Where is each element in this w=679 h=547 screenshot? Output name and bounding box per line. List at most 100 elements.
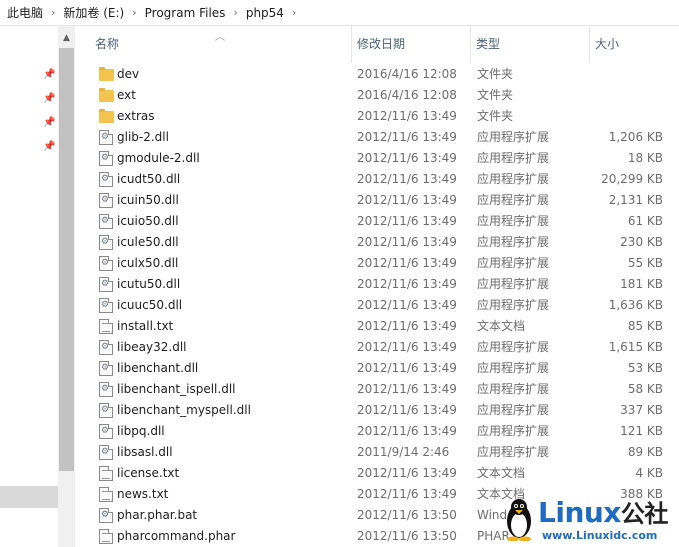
watermark-logo: Linux公社 bbox=[538, 498, 668, 529]
file-size: 4 KB bbox=[635, 466, 663, 480]
file-row[interactable]: libpq.dll 2012/11/6 13:49 应用程序扩展 121 KB bbox=[75, 421, 679, 442]
file-type: 应用程序扩展 bbox=[477, 172, 550, 186]
column-type-header[interactable]: 类型 bbox=[470, 26, 588, 63]
breadcrumb-program-files[interactable]: Program Files bbox=[142, 6, 229, 20]
nav-selected-item[interactable] bbox=[0, 486, 58, 508]
file-row[interactable]: gmodule-2.dll 2012/11/6 13:49 应用程序扩展 18 KB bbox=[75, 148, 679, 169]
dll-icon bbox=[99, 298, 113, 313]
file-size: 181 KB bbox=[620, 277, 663, 291]
file-date: 2011/9/14 2:46 bbox=[357, 445, 450, 459]
watermark: Linux公社 www.Linuxidc.com bbox=[500, 495, 679, 547]
file-row[interactable]: libsasl.dll 2011/9/14 2:46 应用程序扩展 89 KB bbox=[75, 442, 679, 463]
address-bar[interactable]: 此电脑 › 新加卷 (E:) › Program Files › php54 › bbox=[0, 0, 679, 26]
file-name: icule50.dll bbox=[117, 235, 179, 249]
file-type: 文件夹 bbox=[477, 109, 514, 123]
file-row[interactable]: iculx50.dll 2012/11/6 13:49 应用程序扩展 55 KB bbox=[75, 253, 679, 274]
file-row[interactable]: icuuc50.dll 2012/11/6 13:49 应用程序扩展 1,636 KB bbox=[75, 295, 679, 316]
breadcrumb-drive-e[interactable]: 新加卷 (E:) bbox=[60, 4, 127, 21]
file-row[interactable]: license.txt 2012/11/6 13:49 文本文档 4 KB bbox=[75, 463, 679, 484]
chevron-right-icon[interactable]: › bbox=[46, 6, 60, 19]
file-type: 应用程序扩展 bbox=[477, 361, 550, 375]
file-type: 应用程序扩展 bbox=[477, 277, 550, 291]
file-row[interactable]: icuio50.dll 2012/11/6 13:49 应用程序扩展 61 KB bbox=[75, 211, 679, 232]
file-type: 文本文档 bbox=[477, 319, 526, 333]
file-type: 应用程序扩展 bbox=[477, 340, 550, 354]
file-date: 2012/11/6 13:49 bbox=[357, 130, 457, 144]
file-date: 2012/11/6 13:49 bbox=[357, 487, 457, 501]
file-type: 应用程序扩展 bbox=[477, 214, 550, 228]
file-date: 2012/11/6 13:49 bbox=[357, 277, 457, 291]
file-size: 20,299 KB bbox=[601, 172, 663, 186]
vertical-scrollbar[interactable]: ▲ bbox=[58, 26, 75, 547]
file-date: 2012/11/6 13:49 bbox=[357, 382, 457, 396]
file-name: install.txt bbox=[117, 319, 174, 333]
file-name: phar.phar.bat bbox=[117, 508, 198, 522]
dll-icon bbox=[99, 361, 113, 376]
pin-icon: 📌 bbox=[43, 69, 56, 80]
column-size-header[interactable]: 大小 bbox=[589, 26, 679, 63]
file-type: 应用程序扩展 bbox=[477, 235, 550, 249]
file-name: libpq.dll bbox=[117, 424, 165, 438]
file-row[interactable]: dev 2016/4/16 12:08 文件夹 bbox=[75, 64, 679, 85]
dll-icon bbox=[99, 382, 113, 397]
dll-icon bbox=[99, 130, 113, 145]
file-name: pharcommand.phar bbox=[117, 529, 236, 543]
file-type: 应用程序扩展 bbox=[477, 256, 550, 270]
file-date: 2012/11/6 13:49 bbox=[357, 235, 457, 249]
scroll-up-icon[interactable]: ▲ bbox=[58, 30, 75, 47]
file-list[interactable]: ︿ 名称 修改日期 类型 大小 dev 2016/4/16 12:08 文件夹 ext… bbox=[75, 26, 679, 547]
file-name: glib-2.dll bbox=[117, 130, 169, 144]
navigation-pane[interactable]: 📌 📌 📌 📌 bbox=[0, 26, 58, 547]
chevron-right-icon[interactable]: › bbox=[127, 6, 141, 19]
dll-icon bbox=[99, 445, 113, 460]
folder-icon bbox=[99, 67, 114, 81]
file-row[interactable]: libenchant_myspell.dll 2012/11/6 13:49 应用程… bbox=[75, 400, 679, 421]
column-name-header[interactable]: 名称 bbox=[89, 26, 349, 63]
dll-icon bbox=[99, 277, 113, 292]
scrollbar-thumb[interactable] bbox=[59, 48, 74, 471]
file-size: 2,131 KB bbox=[608, 193, 663, 207]
file-row[interactable]: libenchant.dll 2012/11/6 13:49 应用程序扩展 53 KB bbox=[75, 358, 679, 379]
file-row[interactable]: icule50.dll 2012/11/6 13:49 应用程序扩展 230 KB bbox=[75, 232, 679, 253]
dll-icon bbox=[99, 403, 113, 418]
file-type: 文件夹 bbox=[477, 88, 514, 102]
breadcrumb-php54[interactable]: php54 bbox=[243, 6, 287, 20]
file-row[interactable]: libenchant_ispell.dll 2012/11/6 13:49 应用程序… bbox=[75, 379, 679, 400]
file-row[interactable]: libeay32.dll 2012/11/6 13:49 应用程序扩展 1,615 K… bbox=[75, 337, 679, 358]
file-name: license.txt bbox=[117, 466, 180, 480]
file-type: 应用程序扩展 bbox=[477, 382, 550, 396]
chevron-right-icon[interactable]: › bbox=[228, 6, 242, 19]
file-name: iculx50.dll bbox=[117, 256, 179, 270]
file-size: 1,615 KB bbox=[608, 340, 663, 354]
file-row[interactable]: icudt50.dll 2012/11/6 13:49 应用程序扩展 20,299 K… bbox=[75, 169, 679, 190]
file-size: 121 KB bbox=[620, 424, 663, 438]
file-date: 2012/11/6 13:49 bbox=[357, 256, 457, 270]
file-row[interactable]: icutu50.dll 2012/11/6 13:49 应用程序扩展 181 KB bbox=[75, 274, 679, 295]
chevron-right-icon[interactable]: › bbox=[287, 6, 301, 19]
file-row[interactable]: extras 2012/11/6 13:49 文件夹 bbox=[75, 106, 679, 127]
file-row[interactable]: glib-2.dll 2012/11/6 13:49 应用程序扩展 1,206 KB bbox=[75, 127, 679, 148]
breadcrumb-this-pc[interactable]: 此电脑 bbox=[4, 4, 46, 21]
column-date-header[interactable]: 修改日期 bbox=[351, 26, 469, 63]
penguin-logo-icon bbox=[507, 499, 531, 541]
file-date: 2016/4/16 12:08 bbox=[357, 88, 457, 102]
dll-icon bbox=[99, 151, 113, 166]
file-size: 53 KB bbox=[627, 361, 663, 375]
file-row[interactable]: ext 2016/4/16 12:08 文件夹 bbox=[75, 85, 679, 106]
watermark-logo-text: Linux bbox=[538, 496, 621, 529]
file-date: 2012/11/6 13:49 bbox=[357, 214, 457, 228]
file-size: 55 KB bbox=[627, 256, 663, 270]
file-date: 2012/11/6 13:49 bbox=[357, 340, 457, 354]
file-row[interactable]: install.txt 2012/11/6 13:49 文本文档 85 KB bbox=[75, 316, 679, 337]
txt-icon bbox=[99, 529, 113, 544]
file-date: 2012/11/6 13:49 bbox=[357, 298, 457, 312]
file-size: 18 KB bbox=[627, 151, 663, 165]
file-date: 2012/11/6 13:49 bbox=[357, 151, 457, 165]
file-row[interactable]: icuin50.dll 2012/11/6 13:49 应用程序扩展 2,131 KB bbox=[75, 190, 679, 211]
file-size: 1,206 KB bbox=[608, 130, 663, 144]
file-date: 2012/11/6 13:49 bbox=[357, 361, 457, 375]
file-name: extras bbox=[117, 109, 155, 123]
pin-icon: 📌 bbox=[43, 141, 56, 152]
file-size: 337 KB bbox=[620, 403, 663, 417]
file-name: icuin50.dll bbox=[117, 193, 179, 207]
